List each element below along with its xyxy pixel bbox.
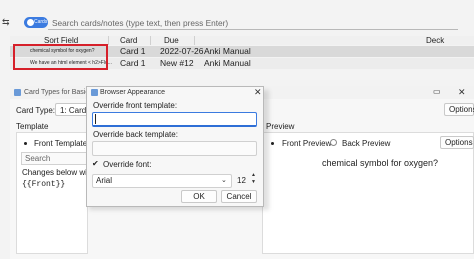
back-preview-label[interactable]: Back Preview [342,139,390,148]
toggle-knob [27,19,34,26]
template-label: Template [16,122,49,131]
front-template-override-label: Override front template: [93,101,178,110]
options-button[interactable]: Options [444,103,474,116]
chevron-down-icon[interactable]: ⌄ [221,174,227,188]
close-icon[interactable]: ✕ [458,86,466,98]
close-icon[interactable]: ✕ [254,86,262,98]
checkmark-icon[interactable]: ✔ [92,159,99,169]
template-editor[interactable]: {{Front}} [22,180,65,189]
preview-label: Preview [266,122,295,131]
cell-due: New #12 [160,58,194,68]
front-template-label[interactable]: Front Template [34,139,87,148]
toggle-label: Cards [34,19,48,25]
ok-button[interactable]: OK [181,190,217,203]
restore-icon[interactable]: ▭ [433,86,441,98]
column-header-deck[interactable]: Deck [426,36,444,45]
app-icon [14,89,21,96]
front-preview-radio[interactable] [271,142,274,145]
cell-due: 2022-07-26 [160,46,204,56]
card-type-value: 1: Card [60,106,87,115]
spin-down-icon[interactable]: ▼ [251,179,256,186]
front-template-radio[interactable] [24,142,27,145]
front-preview-label[interactable]: Front Preview [282,139,331,148]
cell-card: Card 1 [120,46,146,56]
font-select-value: Arial [96,176,113,185]
cell-deck: Anki Manual [204,46,251,56]
back-template-override-input[interactable] [92,141,257,156]
font-select[interactable] [92,174,232,188]
dialog-title: Browser Appearance [100,89,165,96]
preview-content: chemical symbol for oxygen? [322,158,439,168]
back-preview-radio[interactable] [330,139,337,146]
card-type-label: Card Type: [16,106,55,115]
app-icon [91,89,98,96]
sort-field-highlight [13,44,108,70]
front-template-override-input[interactable] [92,112,257,127]
preview-pane [262,132,474,254]
column-divider [194,36,195,45]
card-types-title: Card Types for Basic [24,89,89,96]
changes-warning: Changes below will [22,168,91,177]
font-size-spinbox[interactable]: 12 [237,176,246,185]
column-header-card[interactable]: Card [120,36,137,45]
column-header-due[interactable]: Due [164,36,179,45]
cell-deck: Anki Manual [204,58,251,68]
text-caret [95,114,96,124]
cancel-button[interactable]: Cancel [221,190,257,203]
sidebar-toggle-icon[interactable]: ⇆ [2,17,12,27]
back-template-override-label: Override back template: [93,130,178,139]
preview-options-button[interactable]: Options [440,136,474,149]
column-divider [150,36,151,45]
override-font-label[interactable]: Override font: [103,160,151,169]
search-input[interactable] [48,16,458,30]
cell-card: Card 1 [120,58,146,68]
template-search-input[interactable]: Search [21,152,88,165]
column-divider [108,36,109,45]
template-pane [16,132,88,254]
spin-up-icon[interactable]: ▲ [251,172,256,179]
